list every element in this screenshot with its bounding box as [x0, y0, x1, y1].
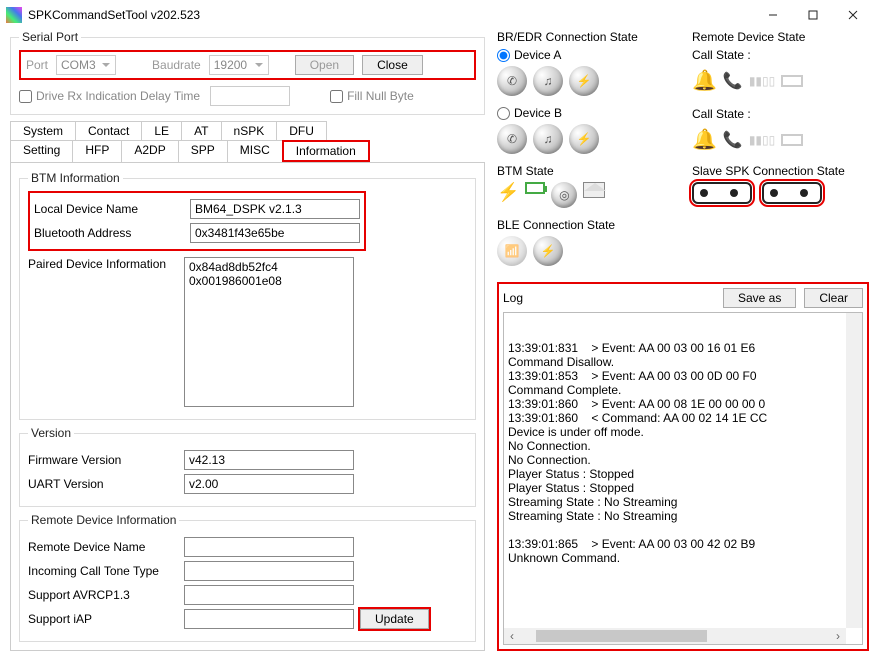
baud-label: Baudrate	[152, 58, 201, 72]
clear-button[interactable]: Clear	[804, 288, 863, 308]
open-button[interactable]: Open	[295, 55, 354, 75]
tab-at[interactable]: AT	[181, 121, 221, 140]
target-icon[interactable]: ◎	[551, 182, 577, 208]
fw-input[interactable]	[184, 450, 354, 470]
device-b-radio[interactable]	[497, 107, 510, 120]
port-combo[interactable]: COM3	[56, 55, 116, 75]
bt-addr-label: Bluetooth Address	[34, 226, 184, 240]
handset-icon: 📞	[723, 71, 743, 91]
app-icon	[6, 7, 22, 23]
close-port-button[interactable]: Close	[362, 55, 423, 75]
br-edr-legend: BR/EDR Connection State	[497, 30, 674, 44]
battery-icon	[525, 182, 545, 194]
tab-contact[interactable]: Contact	[75, 121, 142, 140]
tone-input[interactable]	[184, 561, 354, 581]
iap-label: Support iAP	[28, 612, 178, 626]
signal-icon-b: ▮▮▯▯	[749, 133, 775, 147]
plug-icon[interactable]: ⚡	[569, 66, 599, 96]
ble-legend: BLE Connection State	[497, 218, 674, 232]
tab-setting[interactable]: Setting	[10, 140, 73, 162]
plug-icon-b[interactable]: ⚡	[569, 124, 599, 154]
call-state-a: Call State :	[692, 48, 869, 62]
title-bar: SPKCommandSetTool v202.523	[0, 0, 879, 30]
remote-state-group: Remote Device State Call State : 🔔 📞 ▮▮▯…	[692, 30, 869, 276]
uart-label: UART Version	[28, 477, 178, 491]
drive-rx-value[interactable]	[210, 86, 290, 106]
ble-plug-icon[interactable]: ⚡	[533, 236, 563, 266]
paired-label: Paired Device Information	[28, 257, 178, 271]
tab-system[interactable]: System	[10, 121, 76, 140]
slave-slot-1[interactable]	[692, 182, 752, 204]
battery-outline-icon	[781, 75, 803, 87]
phone-icon-b[interactable]: ✆	[497, 124, 527, 154]
tab-body: BTM Information Local Device Name Blueto…	[10, 162, 485, 651]
window-title: SPKCommandSetTool v202.523	[28, 8, 753, 22]
music-icon[interactable]: ♫	[533, 66, 563, 96]
iap-input[interactable]	[184, 609, 354, 629]
log-panel: Log Save as Clear 13:39:01:831 > Event: …	[497, 282, 869, 651]
save-as-button[interactable]: Save as	[723, 288, 796, 308]
remote-info-group: Remote Device Information Remote Device …	[19, 513, 476, 642]
fill-null-checkbox[interactable]: Fill Null Byte	[330, 89, 414, 103]
version-legend: Version	[28, 426, 74, 440]
log-content: 13:39:01:831 > Event: AA 00 03 00 16 01 …	[508, 341, 858, 583]
fw-label: Firmware Version	[28, 453, 178, 467]
update-button[interactable]: Update	[360, 609, 429, 629]
avrcp-input[interactable]	[184, 585, 354, 605]
local-name-label: Local Device Name	[34, 202, 184, 216]
lightning-icon: ⚡	[497, 182, 519, 208]
baud-combo[interactable]: 19200	[209, 55, 269, 75]
serial-port-legend: Serial Port	[19, 30, 81, 44]
vertical-scrollbar[interactable]	[846, 313, 862, 628]
bell-icon: 🔔	[692, 68, 717, 93]
tab-a2dp[interactable]: A2DP	[121, 140, 178, 162]
bt-addr-input[interactable]	[190, 223, 360, 243]
version-group: Version Firmware Version UART Version	[19, 426, 476, 507]
br-edr-group: BR/EDR Connection State Device A ✆ ♫ ⚡ D…	[497, 30, 674, 276]
avrcp-label: Support AVRCP1.3	[28, 588, 178, 602]
tab-information[interactable]: Information	[282, 140, 370, 162]
battery-outline-icon-b	[781, 134, 803, 146]
uart-input[interactable]	[184, 474, 354, 494]
rss-icon[interactable]: 📶	[497, 236, 527, 266]
tab-nspk[interactable]: nSPK	[221, 121, 278, 140]
horizontal-scrollbar[interactable]: ‹›	[504, 628, 846, 644]
minimize-button[interactable]	[753, 1, 793, 29]
serial-port-row: Port COM3 Baudrate 19200 Open Close	[19, 50, 476, 80]
tab-hfp[interactable]: HFP	[72, 140, 122, 162]
tab-spp[interactable]: SPP	[178, 140, 228, 162]
call-state-b: Call State :	[692, 107, 869, 121]
remote-name-input[interactable]	[184, 537, 354, 557]
btm-info-legend: BTM Information	[28, 171, 123, 185]
slave-legend: Slave SPK Connection State	[692, 164, 869, 178]
tab-misc[interactable]: MISC	[227, 140, 283, 162]
tab-le[interactable]: LE	[141, 121, 182, 140]
remote-info-legend: Remote Device Information	[28, 513, 179, 527]
btm-state-legend: BTM State	[497, 164, 674, 178]
local-name-input[interactable]	[190, 199, 360, 219]
btm-info-group: BTM Information Local Device Name Blueto…	[19, 171, 476, 420]
device-a-radio[interactable]	[497, 49, 510, 62]
handset-icon-b: 📞	[723, 130, 743, 150]
music-icon-b[interactable]: ♫	[533, 124, 563, 154]
remote-state-legend: Remote Device State	[692, 30, 869, 44]
tabs: SystemContactLEATnSPKDFU SettingHFPA2DPS…	[10, 121, 485, 651]
maximize-button[interactable]	[793, 1, 833, 29]
paired-list[interactable]	[184, 257, 354, 407]
tab-dfu[interactable]: DFU	[276, 121, 327, 140]
phone-icon[interactable]: ✆	[497, 66, 527, 96]
port-label: Port	[26, 58, 48, 72]
serial-port-group: Serial Port Port COM3 Baudrate 19200 Ope…	[10, 30, 485, 115]
signal-icon: ▮▮▯▯	[749, 74, 775, 88]
envelope-icon	[583, 182, 605, 198]
bell-icon-b: 🔔	[692, 127, 717, 152]
drive-rx-checkbox[interactable]: Drive Rx Indication Delay Time	[19, 89, 200, 103]
remote-name-label: Remote Device Name	[28, 540, 178, 554]
log-textarea[interactable]: 13:39:01:831 > Event: AA 00 03 00 16 01 …	[503, 312, 863, 645]
tone-label: Incoming Call Tone Type	[28, 564, 178, 578]
close-button[interactable]	[833, 1, 873, 29]
slave-slot-2[interactable]	[762, 182, 822, 204]
log-label: Log	[503, 291, 715, 305]
